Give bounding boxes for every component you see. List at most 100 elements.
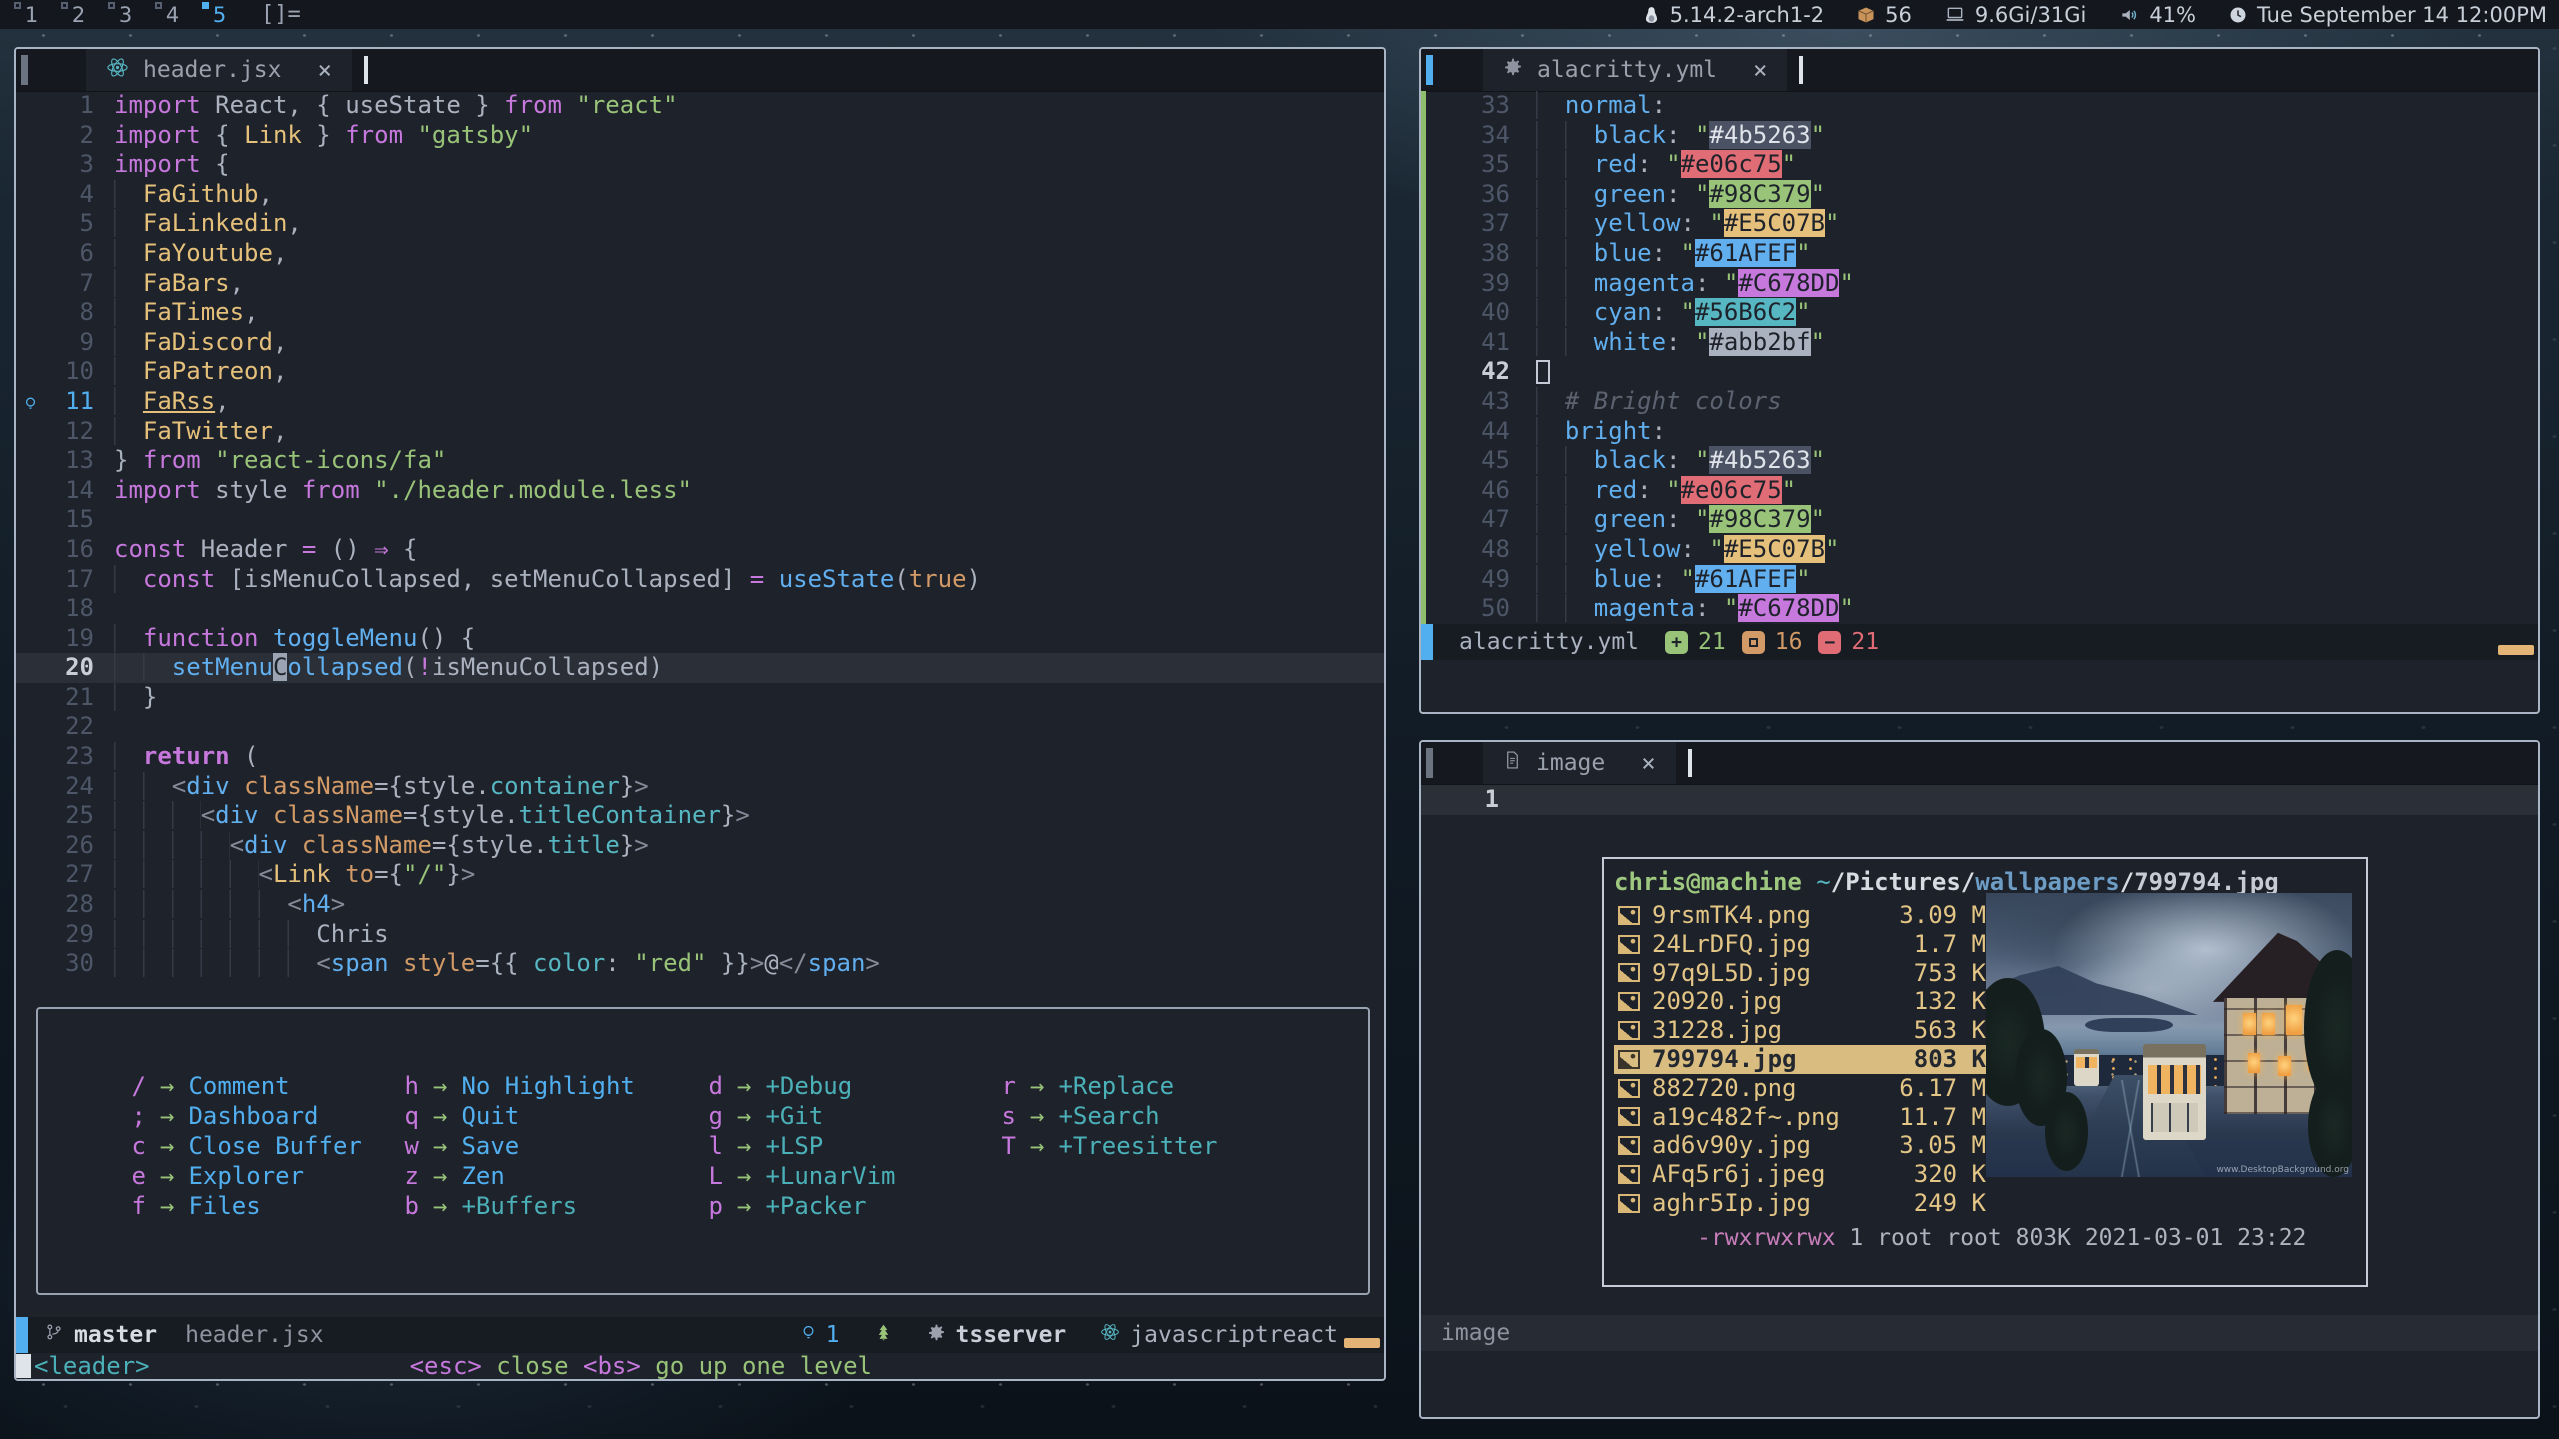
- workspace-3[interactable]: 3: [102, 0, 149, 29]
- line-number: 2: [16, 121, 114, 151]
- code-line: 11 FaRss,: [16, 387, 1384, 417]
- whichkey-binding: s→+Search: [990, 1101, 1217, 1131]
- line-number: 45: [1426, 446, 1536, 476]
- whichkey-binding: c→Close Buffer: [120, 1131, 362, 1161]
- volume-icon: [2118, 5, 2140, 25]
- line-number: 26: [16, 831, 114, 861]
- code-line: 49 blue: "#61AFEF": [1426, 565, 2538, 595]
- tab-header-jsx[interactable]: header.jsx ×: [86, 49, 352, 91]
- code-line: 17 const [isMenuCollapsed, setMenuCollap…: [16, 565, 1384, 595]
- workspace-2[interactable]: 2: [55, 0, 102, 29]
- line-number: 35: [1426, 150, 1536, 180]
- code-line: 28 <h4>: [16, 890, 1384, 920]
- line-number: 21: [16, 683, 114, 713]
- whichkey-binding: p→+Packer: [697, 1191, 896, 1221]
- image-file-icon: [1618, 992, 1640, 1011]
- whichkey-binding: f→Files: [120, 1191, 362, 1221]
- line-number: 47: [1426, 505, 1536, 535]
- diff-changed-icon: [1742, 631, 1765, 654]
- code-line: 3import {: [16, 150, 1384, 180]
- code-editor-alacritty[interactable]: 33 normal:34 black: "#4b5263"35 red: "#e…: [1426, 91, 2538, 624]
- code-line: 41 white: "#abb2bf": [1426, 328, 2538, 358]
- image-file-icon: [1618, 963, 1640, 982]
- line-number: 30: [16, 949, 114, 979]
- code-line: 19 function toggleMenu() {: [16, 624, 1384, 654]
- line-number: 34: [1426, 121, 1536, 151]
- line-number: 14: [16, 476, 114, 506]
- line-number: 3: [16, 150, 114, 180]
- code-line: 25 <div className={style.titleContainer}…: [16, 801, 1384, 831]
- code-line: 29 Chris: [16, 920, 1384, 950]
- react-icon: [1100, 1322, 1120, 1348]
- close-icon[interactable]: ×: [1753, 56, 1767, 84]
- lsp-server-indicator: tsserver: [927, 1322, 1067, 1348]
- tab-alacritty-yml[interactable]: alacritty.yml ×: [1483, 49, 1787, 91]
- line-number: 49: [1426, 565, 1536, 595]
- diff-changed-count: 16: [1775, 629, 1803, 655]
- line-number: 24: [16, 772, 114, 802]
- whichkey-popup: /→Comment;→Dashboardc→Close Buffere→Expl…: [36, 1007, 1370, 1295]
- clock-icon: [2228, 5, 2248, 25]
- line-number: 22: [16, 712, 114, 742]
- code-line: 2import { Link } from "gatsby": [16, 121, 1384, 151]
- mode-indicator: [16, 1317, 28, 1353]
- code-line: 9 FaDiscord,: [16, 328, 1384, 358]
- line-number: 42: [1426, 357, 1536, 387]
- image-file-icon: [1618, 1021, 1640, 1040]
- code-editor-left[interactable]: 1import React, { useState } from "react"…: [16, 91, 1384, 979]
- code-line: 4 FaGithub,: [16, 180, 1384, 210]
- whichkey-binding: z→Zen: [393, 1161, 635, 1191]
- art-cable-car-small: [2074, 1049, 2100, 1086]
- whichkey-binding: L→+LunarVim: [697, 1161, 896, 1191]
- image-file-icon: [1618, 906, 1640, 925]
- code-line: 42: [1426, 357, 2538, 387]
- status-package: 56: [1856, 3, 1912, 27]
- scroll-indicator: [2498, 645, 2534, 655]
- line-number: 11: [16, 387, 114, 417]
- workspace-1[interactable]: 1: [8, 0, 55, 29]
- image-file-icon: [1618, 1136, 1640, 1155]
- workspace-list: 12345: [8, 0, 243, 29]
- close-icon[interactable]: ×: [317, 56, 331, 84]
- line-number: 48: [1426, 535, 1536, 565]
- code-line: 47 green: "#98C379": [1426, 505, 2538, 535]
- line-number: 16: [16, 535, 114, 565]
- line-number: 10: [16, 357, 114, 387]
- code-line: 14import style from "./header.module.les…: [16, 476, 1384, 506]
- text-cursor-indicator: [364, 56, 368, 84]
- code-line: 46 red: "#e06c75": [1426, 476, 2538, 506]
- treesitter-icon: [874, 1322, 893, 1349]
- image-file-icon: [1618, 1165, 1640, 1184]
- diff-removed-icon: −: [1818, 631, 1841, 654]
- workspace-4[interactable]: 4: [149, 0, 196, 29]
- cursorline-row[interactable]: 1: [1421, 785, 2538, 815]
- image-file-icon: [1618, 935, 1640, 954]
- line-number: 20: [16, 653, 114, 683]
- whichkey-binding: ;→Dashboard: [120, 1101, 362, 1131]
- whichkey-binding: w→Save: [393, 1131, 635, 1161]
- whichkey-binding: b→+Buffers: [393, 1191, 635, 1221]
- whichkey-binding: l→+LSP: [697, 1131, 896, 1161]
- code-line: 26 <div className={style.title}>: [16, 831, 1384, 861]
- workspace-5[interactable]: 5: [196, 0, 243, 29]
- line-number: 38: [1426, 239, 1536, 269]
- code-line: 7 FaBars,: [16, 269, 1384, 299]
- line-number: 1: [1421, 785, 1519, 815]
- status-penguin: 5.14.2-arch1-2: [1642, 3, 1825, 27]
- bufferline-alacritty: alacritty.yml ×: [1421, 49, 2538, 92]
- whichkey-hints: <esc> close <bs> go up one level: [410, 1352, 872, 1380]
- line-number: 19: [16, 624, 114, 654]
- code-line: 13} from "react-icons/fa": [16, 446, 1384, 476]
- line-number: 18: [16, 594, 114, 624]
- line-number: 12: [16, 417, 114, 447]
- diagnostics-count: 1: [826, 1322, 840, 1348]
- tab-title: alacritty.yml: [1537, 57, 1717, 83]
- code-line: 1import React, { useState } from "react": [16, 91, 1384, 121]
- statusbar-status: 5.14.2-arch1-2569.6Gi/31Gi41%Tue Septemb…: [1642, 3, 2547, 27]
- code-line: 23 return (: [16, 742, 1384, 772]
- statusline-image: image: [1421, 1315, 2538, 1351]
- tab-image[interactable]: image ×: [1483, 742, 1676, 784]
- editor-window-alacritty: alacritty.yml × 33 normal:34 black: "#4b…: [1419, 47, 2540, 714]
- close-icon[interactable]: ×: [1641, 749, 1655, 777]
- file-row: 20920.jpg132 K: [1614, 987, 1986, 1016]
